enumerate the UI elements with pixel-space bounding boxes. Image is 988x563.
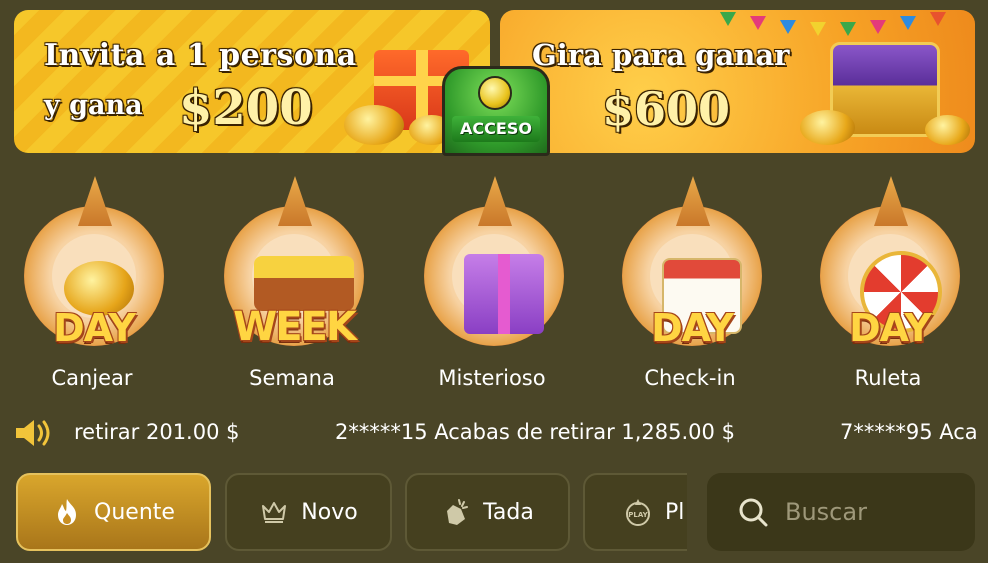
tab-label: Quente [94, 499, 175, 525]
coin-pile-icon [925, 115, 970, 145]
activity-label: Misterioso [438, 366, 546, 390]
tab-pl[interactable]: PLAY Pl [583, 473, 687, 551]
tab-label: Novo [301, 499, 358, 525]
invite-banner-amount: $200 [179, 80, 313, 136]
acceso-label: ACCESO [452, 116, 540, 142]
activity-misterioso[interactable]: Misterioso [412, 176, 572, 396]
marquee-item: 2*****15 Acabas de retirar 1,285.00 $ [335, 420, 735, 444]
medal-badge: DAY [24, 206, 164, 350]
activity-check-in[interactable]: DAY Check-in [610, 176, 770, 396]
activity-canjear[interactable]: DAY Canjear [12, 176, 172, 396]
activity-label: Ruleta [854, 366, 922, 390]
search-icon [739, 498, 768, 527]
tab-quente[interactable]: Quente [16, 473, 211, 551]
invite-banner-title: Invita a 1 persona [44, 38, 357, 73]
coin-pile-icon [344, 105, 404, 145]
spin-banner-amount: $600 [602, 82, 731, 136]
medal-badge [424, 206, 564, 346]
medal-word: WEEK [233, 304, 357, 350]
activity-semana[interactable]: WEEK Semana [212, 176, 372, 396]
marquee-item: 7*****95 Aca [840, 420, 978, 444]
flame-icon [58, 499, 77, 525]
medal-badge: WEEK [224, 206, 364, 350]
marquee-item: retirar 201.00 $ [74, 420, 240, 444]
coin-pile-icon [800, 110, 855, 145]
medal-badge: DAY [622, 206, 762, 350]
search-input[interactable] [785, 498, 965, 526]
play-icon: PLAY [626, 499, 650, 526]
acceso-badge[interactable]: ACCESO [434, 66, 558, 156]
tab-label: Pl [665, 499, 685, 525]
svg-text:PLAY: PLAY [628, 511, 648, 519]
tab-label: Tada [483, 499, 534, 525]
activity-ruleta[interactable]: DAY Ruleta [808, 176, 968, 396]
tab-tada[interactable]: Tada [405, 473, 570, 551]
tab-novo[interactable]: Novo [225, 473, 392, 551]
invite-banner-subtitle: y gana [44, 90, 143, 121]
speaker-icon [16, 420, 50, 446]
medal-word: DAY [849, 306, 932, 350]
crown-icon [262, 502, 287, 523]
soccer-ball-icon [478, 76, 512, 110]
medal-word: DAY [651, 306, 734, 350]
category-tabs: Quente Novo Tada PLAY Pl [0, 460, 687, 563]
treasure-cart-icon [254, 256, 354, 311]
invite-banner[interactable]: Invita a 1 persona y gana $200 [14, 10, 490, 153]
activity-label: Semana [249, 366, 335, 390]
announcement-marquee: retirar 201.00 $ 2*****15 Acabas de reti… [0, 410, 988, 456]
search-box[interactable] [707, 473, 975, 551]
activity-label: Check-in [644, 366, 736, 390]
medal-badge: DAY [820, 206, 960, 350]
medal-word: DAY [53, 306, 136, 350]
spin-banner[interactable]: Gira para ganar $600 [500, 10, 975, 153]
tada-icon [447, 499, 469, 525]
mystery-gift-icon [464, 254, 544, 334]
activity-label: Canjear [51, 366, 133, 390]
spin-banner-title: Gira para ganar [532, 38, 790, 72]
